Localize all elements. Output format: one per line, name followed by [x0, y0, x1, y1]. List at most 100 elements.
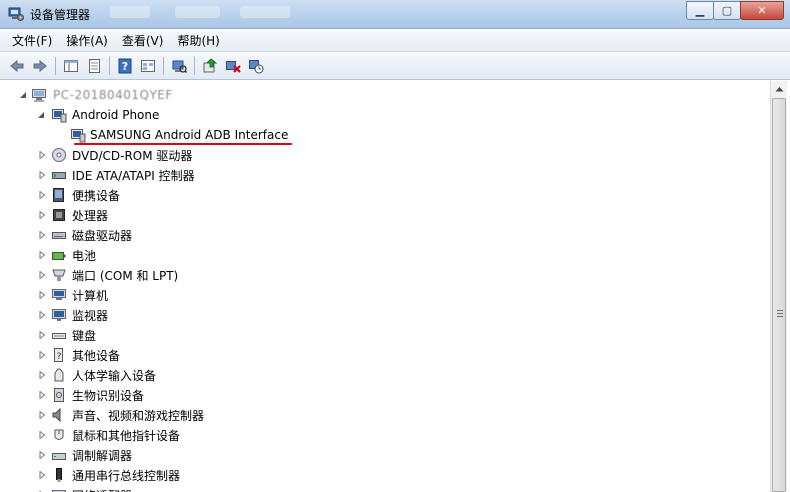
phone-icon [52, 109, 67, 123]
network-icon [52, 490, 66, 492]
toolbar-separator [194, 57, 195, 75]
tree-item-label: 声音、视频和游戏控制器 [72, 408, 205, 423]
tree-item-label: IDE ATA/ATAPI 控制器 [72, 168, 195, 183]
expand-arrow-icon[interactable] [38, 411, 46, 419]
tree-item-category[interactable]: DVD/CD-ROM 驱动器 [0, 145, 760, 165]
expand-arrow-icon[interactable] [38, 371, 46, 379]
tree-item-category[interactable]: 鼠标和其他指针设备 [0, 425, 760, 445]
expand-arrow-icon[interactable] [38, 331, 46, 339]
minimize-button[interactable]: ▁ [686, 1, 714, 20]
tree-item-label: DVD/CD-ROM 驱动器 [72, 148, 193, 163]
tree-item-label: 人体学输入设备 [72, 368, 157, 383]
close-button[interactable]: ✕ [740, 1, 784, 20]
uninstall-button[interactable] [224, 57, 242, 75]
collapse-arrow-icon[interactable] [37, 111, 45, 119]
ide-icon [52, 172, 66, 179]
title-bar: 设备管理器 ▁ ▢ ✕ [0, 0, 790, 29]
disable-button[interactable] [247, 57, 265, 75]
menu-view[interactable]: 查看(V) [122, 32, 164, 49]
scroll-grip [777, 313, 783, 314]
update-driver-button[interactable] [201, 57, 219, 75]
battery-icon [52, 252, 66, 260]
expand-arrow-icon[interactable] [38, 191, 46, 199]
expand-arrow-icon[interactable] [38, 271, 46, 279]
view-button[interactable] [139, 57, 157, 75]
computer-name: PC-20180401QYEF [53, 88, 173, 102]
tree-item-category[interactable]: 磁盘驱动器 [0, 225, 760, 245]
tree-item-category[interactable]: 处理器 [0, 205, 760, 225]
menu-action[interactable]: 操作(A) [66, 32, 108, 49]
tree-item-label: 电池 [72, 248, 97, 263]
expand-arrow-icon[interactable] [38, 231, 46, 239]
properties-button[interactable] [85, 57, 103, 75]
tree-item-category[interactable]: 监视器 [0, 305, 760, 325]
toolbar: ? [0, 53, 790, 80]
adb-device-icon [71, 129, 86, 143]
scroll-up-icon [775, 87, 783, 92]
usb-icon [56, 468, 62, 482]
tree-item-label: 便携设备 [72, 188, 121, 203]
tree-item-android-phone[interactable]: Android Phone [0, 105, 760, 125]
menu-help[interactable]: 帮助(H) [177, 32, 219, 49]
scroll-up-button[interactable] [771, 81, 787, 97]
tree-root[interactable]: PC-20180401QYEF [0, 85, 760, 105]
menu-file[interactable]: 文件(F) [12, 32, 52, 49]
toolbar-separator [55, 57, 56, 75]
tree-item-category[interactable]: 声音、视频和游戏控制器 [0, 405, 760, 425]
expand-arrow-icon[interactable] [38, 251, 46, 259]
tree-item-label: 计算机 [72, 288, 109, 303]
mouse-icon [54, 429, 64, 440]
computer-icon [52, 289, 66, 300]
portable-device-icon [53, 188, 64, 202]
expand-arrow-icon[interactable] [38, 431, 46, 439]
tree-item-label: 监视器 [72, 308, 109, 323]
tree-item-category[interactable]: 电池 [0, 245, 760, 265]
scan-hardware-button[interactable] [170, 57, 188, 75]
tree-item-label: 处理器 [72, 208, 109, 223]
view-icon [141, 60, 155, 72]
console-tree-button[interactable] [62, 57, 80, 75]
menu-bar: 文件(F) 操作(A) 查看(V) 帮助(H) [0, 30, 790, 52]
tree-item-label: 端口 (COM 和 LPT) [72, 268, 179, 283]
dvd-icon [52, 148, 66, 162]
toolbar-separator [163, 57, 164, 75]
expand-arrow-icon[interactable] [38, 211, 46, 219]
maximize-button[interactable]: ▢ [713, 1, 741, 20]
expand-arrow-icon[interactable] [38, 391, 46, 399]
tree-item-category[interactable]: IDE ATA/ATAPI 控制器 [0, 165, 760, 185]
tree-item-category[interactable]: 便携设备 [0, 185, 760, 205]
tree-item-category[interactable]: 调制解调器 [0, 445, 760, 465]
disable-icon [249, 60, 264, 74]
tree-item-label: 通用串行总线控制器 [72, 468, 181, 483]
tree-item-category[interactable]: 端口 (COM 和 LPT) [0, 265, 760, 285]
tree-item-category[interactable]: ? 其他设备 [0, 345, 760, 365]
expand-arrow-icon[interactable] [38, 171, 46, 179]
tree-item-category[interactable]: 键盘 [0, 325, 760, 345]
tree-item-category[interactable]: 生物识别设备 [0, 385, 760, 405]
back-button[interactable] [8, 57, 26, 75]
expand-arrow-icon[interactable] [38, 451, 46, 459]
forward-button[interactable] [31, 57, 49, 75]
scroll-grip [777, 310, 783, 311]
help-icon: ? [118, 58, 132, 74]
tree-item-category[interactable]: 人体学输入设备 [0, 365, 760, 385]
device-tree: PC-20180401QYEF Android Phone SAMSUNG An… [0, 81, 770, 492]
computer-icon [32, 89, 46, 102]
scroll-thumb[interactable] [772, 98, 786, 492]
expand-arrow-icon[interactable] [38, 151, 46, 159]
svg-text:?: ? [57, 352, 62, 362]
blurred-title-region [240, 6, 290, 18]
expand-arrow-icon[interactable] [38, 291, 46, 299]
scroll-grip [777, 316, 783, 317]
tree-item-category[interactable]: 计算机 [0, 285, 760, 305]
tree-item-category[interactable]: 通用串行总线控制器 [0, 465, 760, 485]
vertical-scrollbar[interactable] [770, 81, 787, 492]
expand-arrow-icon[interactable] [38, 311, 46, 319]
tree-item-category[interactable]: 网络适配器 [0, 485, 760, 492]
help-button[interactable]: ? [116, 57, 134, 75]
keyboard-icon [52, 333, 66, 339]
expand-arrow-icon[interactable] [38, 351, 46, 359]
collapse-arrow-icon[interactable] [19, 91, 27, 99]
tree-item-samsung-adb[interactable]: SAMSUNG Android ADB Interface [0, 125, 760, 145]
expand-arrow-icon[interactable] [38, 471, 46, 479]
